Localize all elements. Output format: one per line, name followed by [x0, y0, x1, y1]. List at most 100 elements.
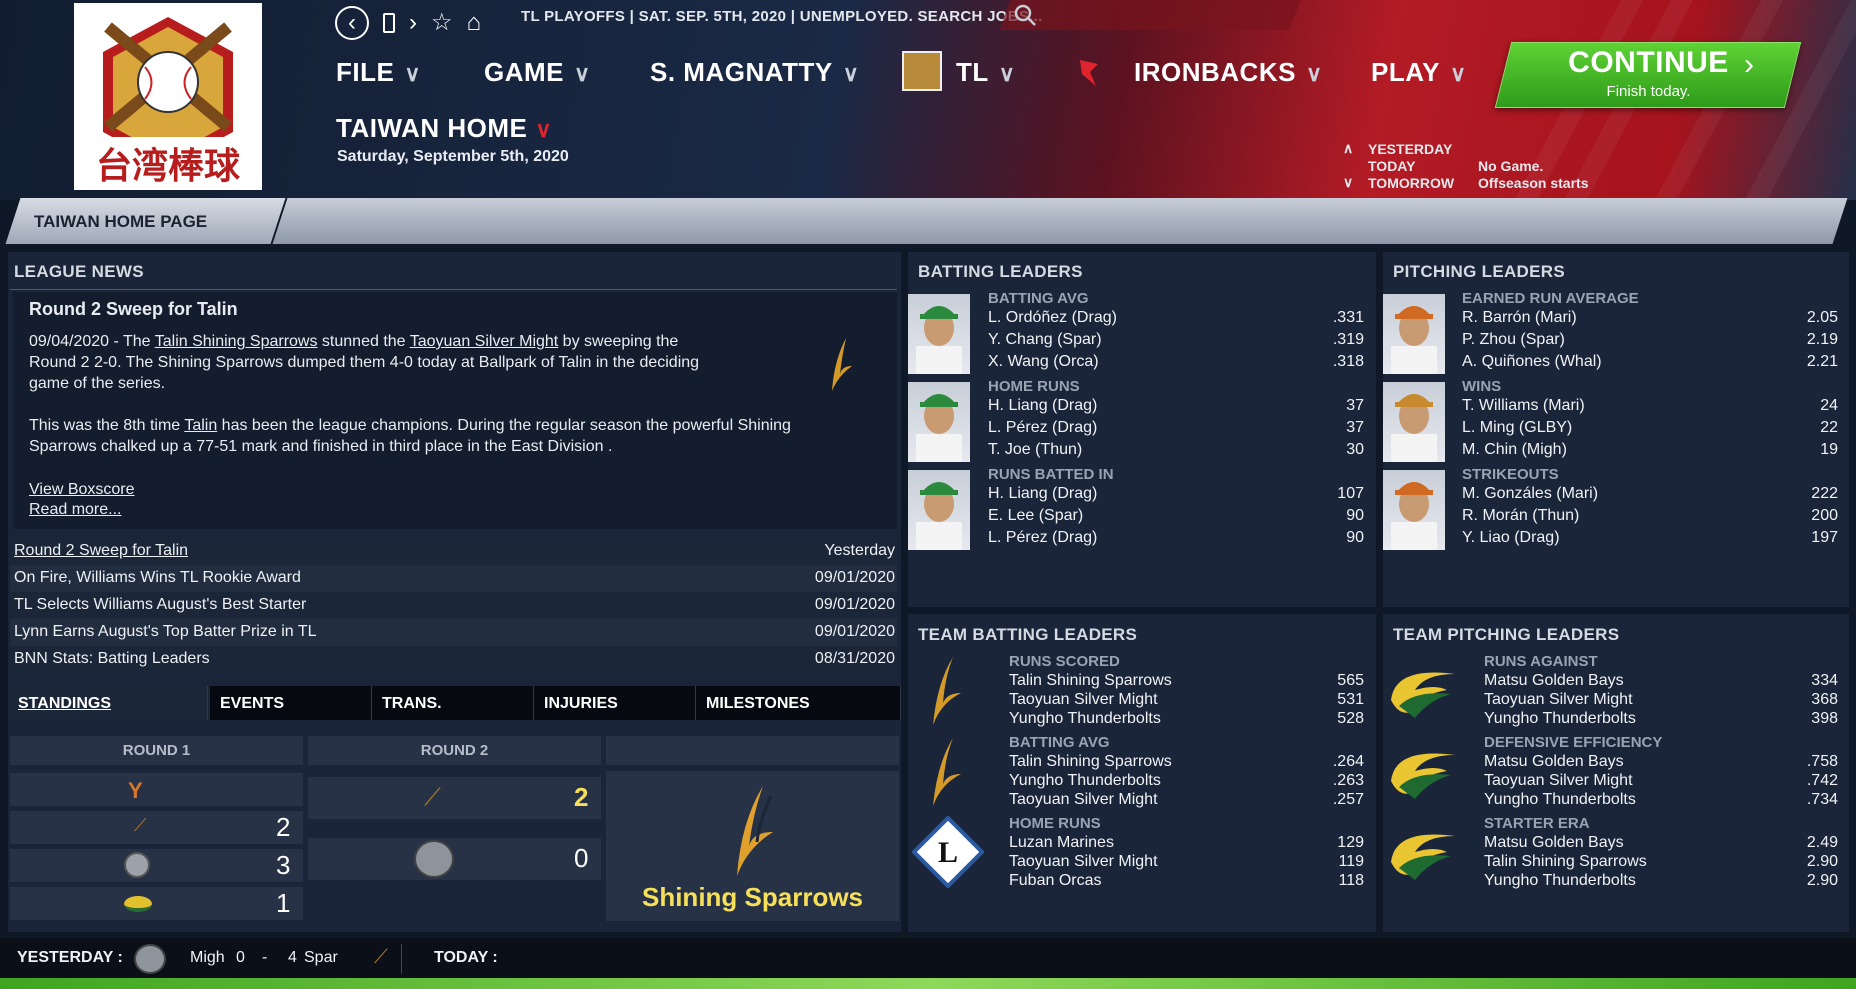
search-bar[interactable]: [999, 0, 1301, 30]
leader-name[interactable]: A. Quiñones (Whal): [1462, 353, 1602, 371]
forward-icon[interactable]: ›: [409, 10, 417, 36]
leader-name[interactable]: Matsu Golden Bays: [1484, 834, 1624, 852]
news-list-item[interactable]: TL Selects Williams August's Best Starte…: [10, 592, 897, 619]
leader-name[interactable]: L. Pérez (Drag): [988, 419, 1097, 437]
menu-file[interactable]: FILE ∨: [336, 57, 421, 88]
article-line-5: Sparrows chalked up a 77-51 mark and fin…: [29, 438, 613, 455]
leader-name[interactable]: H. Liang (Drag): [988, 397, 1097, 415]
away-team[interactable]: Migh: [190, 949, 225, 967]
day-tomorrow[interactable]: TOMORROW: [1368, 175, 1454, 191]
leader-name[interactable]: R. Barrón (Mari): [1462, 309, 1577, 327]
leader-value: .758: [1806, 753, 1838, 770]
menu-play[interactable]: PLAY ∨: [1371, 57, 1467, 88]
menu-manager[interactable]: S. MAGNATTY ∨: [650, 57, 859, 88]
search-icon[interactable]: [1012, 3, 1040, 27]
leader-value: .257: [1332, 791, 1364, 808]
leader-name[interactable]: Talin Shining Sparrows: [1484, 853, 1647, 871]
view-boxscore-link[interactable]: View Boxscore: [29, 479, 135, 500]
yesterday-label: YESTERDAY :: [17, 949, 123, 966]
bracket-slot[interactable]: [308, 777, 601, 819]
day-yesterday[interactable]: YESTERDAY: [1368, 141, 1452, 157]
home-icon[interactable]: ⌂: [467, 10, 482, 36]
bracket-slot[interactable]: [10, 887, 303, 920]
tab-events[interactable]: EVENTS: [210, 686, 372, 720]
tab-transactions[interactable]: TRANS.: [372, 686, 534, 720]
leader-value: 2.90: [1806, 853, 1838, 870]
silver-might-logo-icon: [134, 944, 166, 974]
leader-value: .742: [1806, 772, 1838, 789]
leader-name[interactable]: Talin Shining Sparrows: [1009, 672, 1172, 690]
leader-name[interactable]: Y. Chang (Spar): [988, 331, 1102, 349]
leader-name[interactable]: Taoyuan Silver Might: [1009, 691, 1158, 709]
bracket-slot[interactable]: [308, 838, 601, 880]
leader-name[interactable]: Y. Liao (Drag): [1462, 529, 1560, 547]
league-news-title: LEAGUE NEWS: [14, 262, 144, 281]
home-team[interactable]: Spar: [304, 949, 338, 967]
leader-name[interactable]: Talin Shining Sparrows: [1009, 753, 1172, 771]
leader-name[interactable]: H. Liang (Drag): [988, 485, 1097, 503]
team-link[interactable]: Talin Shining Sparrows: [155, 333, 318, 350]
news-list-item[interactable]: Lynn Earns August's Top Batter Prize in …: [10, 619, 897, 646]
leader-name[interactable]: Taoyuan Silver Might: [1009, 853, 1158, 871]
leader-name[interactable]: T. Joe (Thun): [988, 441, 1082, 459]
chevron-down-icon[interactable]: ∨: [1343, 174, 1353, 191]
leader-name[interactable]: X. Wang (Orca): [988, 353, 1099, 371]
player-photo[interactable]: [1383, 294, 1445, 374]
leader-value: 2.19: [1806, 331, 1838, 348]
leader-name[interactable]: R. Morán (Thun): [1462, 507, 1579, 525]
leader-name[interactable]: M. Chin (Migh): [1462, 441, 1567, 459]
chevron-up-icon[interactable]: ∧: [1343, 140, 1353, 157]
read-more-link[interactable]: Read more...: [29, 499, 121, 520]
leader-name[interactable]: Yungho Thunderbolts: [1484, 791, 1636, 809]
player-photo[interactable]: [1383, 470, 1445, 550]
article-line-1: 09/04/2020 - The Talin Shining Sparrows …: [29, 333, 679, 350]
leader-name[interactable]: Luzan Marines: [1009, 834, 1114, 852]
news-list-item[interactable]: BNN Stats: Batting Leaders 08/31/2020: [10, 646, 897, 673]
player-photo[interactable]: [1383, 382, 1445, 462]
champion-name: Shining Sparrows: [641, 882, 864, 912]
news-list-item[interactable]: Round 2 Sweep for Talin Yesterday: [10, 538, 897, 565]
team-link[interactable]: Talin: [184, 417, 217, 434]
leader-name[interactable]: Matsu Golden Bays: [1484, 753, 1624, 771]
leader-name[interactable]: M. Gonzáles (Mari): [1462, 485, 1598, 503]
tab-standings[interactable]: STANDINGS: [8, 686, 208, 720]
status-ticker[interactable]: TL PLAYOFFS | SAT. SEP. 5TH, 2020 | UNEM…: [521, 8, 1043, 25]
leader-name[interactable]: Matsu Golden Bays: [1484, 672, 1624, 690]
leader-name[interactable]: Yungho Thunderbolts: [1009, 772, 1161, 790]
day-today: TODAY: [1368, 158, 1416, 174]
tab-milestones[interactable]: MILESTONES: [696, 686, 901, 720]
leader-name[interactable]: L. Ming (GLBY): [1462, 419, 1572, 437]
leader-name[interactable]: Yungho Thunderbolts: [1009, 710, 1161, 728]
leader-name[interactable]: E. Lee (Spar): [988, 507, 1083, 525]
page-icon[interactable]: [383, 13, 395, 33]
leader-name[interactable]: Yungho Thunderbolts: [1484, 710, 1636, 728]
player-photo[interactable]: [908, 294, 970, 374]
leader-name[interactable]: Taoyuan Silver Might: [1009, 791, 1158, 809]
menu-league[interactable]: TL ∨: [956, 57, 1015, 88]
star-icon[interactable]: ☆: [431, 10, 453, 36]
news-list-item[interactable]: On Fire, Williams Wins TL Rookie Award 09…: [10, 565, 897, 592]
back-icon[interactable]: ‹: [335, 6, 369, 40]
leader-name[interactable]: L. Pérez (Drag): [988, 529, 1097, 547]
leader-name[interactable]: Taoyuan Silver Might: [1484, 691, 1633, 709]
leader-name[interactable]: L. Ordóñez (Drag): [988, 309, 1117, 327]
sparrows-logo-icon: [925, 655, 965, 727]
leader-name[interactable]: Fuban Orcas: [1009, 872, 1101, 890]
league-logo[interactable]: 台湾棒球: [74, 3, 262, 190]
team-link[interactable]: Taoyuan Silver Might: [410, 333, 559, 350]
menu-team[interactable]: IRONBACKS ∨: [1134, 57, 1323, 88]
leader-name[interactable]: Taoyuan Silver Might: [1484, 772, 1633, 790]
leader-value: 2.90: [1806, 872, 1838, 889]
bracket-slot[interactable]: [10, 811, 303, 844]
chevron-down-icon: ∨: [535, 117, 552, 142]
player-photo[interactable]: [908, 382, 970, 462]
leader-name[interactable]: T. Williams (Mari): [1462, 397, 1585, 415]
menu-game[interactable]: GAME ∨: [484, 57, 591, 88]
bracket-slot[interactable]: [10, 849, 303, 882]
leader-name[interactable]: Yungho Thunderbolts: [1484, 872, 1636, 890]
bracket-slot[interactable]: [10, 773, 303, 806]
page-title[interactable]: TAIWAN HOME ∨: [336, 113, 552, 144]
tab-injuries[interactable]: INJURIES: [534, 686, 696, 720]
leader-name[interactable]: P. Zhou (Spar): [1462, 331, 1565, 349]
player-photo[interactable]: [908, 470, 970, 550]
